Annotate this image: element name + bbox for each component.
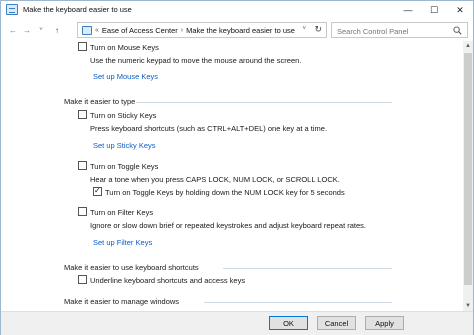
back-button[interactable]: ← [7, 24, 19, 36]
breadcrumb-prefix-separator[interactable]: « [95, 27, 99, 34]
minimize-button[interactable]: — [395, 1, 421, 19]
scroll-thumb[interactable] [464, 53, 472, 285]
toggle-keys-checkbox[interactable] [78, 161, 87, 170]
underline-shortcuts-label[interactable]: Underline keyboard shortcuts and access … [90, 276, 245, 285]
toggle-keys-label[interactable]: Turn on Toggle Keys [90, 162, 158, 171]
section-divider [136, 102, 392, 103]
scroll-down-icon[interactable]: ▼ [463, 301, 473, 311]
filter-keys-description: Ignore or slow down brief or repeated ke… [90, 221, 366, 230]
search-box[interactable] [331, 22, 468, 38]
search-input[interactable] [337, 26, 452, 36]
breadcrumb-separator[interactable]: › [181, 27, 183, 34]
mouse-keys-checkbox[interactable] [78, 42, 87, 51]
setup-filter-keys-link[interactable]: Set up Filter Keys [93, 238, 152, 247]
dialog-footer: OK Cancel Apply [1, 311, 473, 335]
address-bar: ← → ˅ ↑ « Ease of Access Center › Make t… [1, 19, 473, 41]
settings-content: Turn on Mouse Keys Use the numeric keypa… [1, 41, 463, 311]
control-panel-icon [6, 4, 18, 15]
section-divider [223, 268, 392, 269]
section-heading-windows: Make it easier to manage windows [64, 297, 180, 306]
toggle-keys-numlock-label[interactable]: Turn on Toggle Keys by holding down the … [105, 188, 345, 197]
mouse-keys-description: Use the numeric keypad to move the mouse… [90, 56, 302, 65]
maximize-button[interactable]: ☐ [421, 1, 447, 19]
ok-button[interactable]: OK [269, 316, 308, 330]
section-divider [204, 302, 392, 303]
sticky-keys-checkbox[interactable] [78, 110, 87, 119]
filter-keys-label[interactable]: Turn on Filter Keys [90, 208, 153, 217]
toggle-keys-numlock-checkbox[interactable] [93, 186, 102, 196]
recent-locations-button[interactable]: ˅ [35, 24, 47, 36]
window-title: Make the keyboard easier to use [23, 5, 132, 14]
toggle-keys-description: Hear a tone when you press CAPS LOCK, NU… [90, 175, 340, 184]
up-button[interactable]: ↑ [51, 24, 63, 36]
breadcrumb-ease-of-access[interactable]: Ease of Access Center [102, 26, 178, 35]
filter-keys-checkbox[interactable] [78, 207, 87, 216]
setup-mouse-keys-link[interactable]: Set up Mouse Keys [93, 72, 158, 81]
close-button[interactable]: ✕ [447, 1, 473, 19]
cancel-button[interactable]: Cancel [317, 316, 356, 330]
search-icon[interactable] [453, 26, 462, 35]
sticky-keys-label[interactable]: Turn on Sticky Keys [90, 111, 156, 120]
section-heading-typing: Make it easier to type [64, 97, 136, 106]
address-dropdown-icon[interactable]: ˅ [302, 26, 306, 32]
control-panel-window: Make the keyboard easier to use — ☐ ✕ ← … [0, 0, 474, 335]
setup-sticky-keys-link[interactable]: Set up Sticky Keys [93, 141, 156, 150]
vertical-scrollbar[interactable]: ▲ ▼ [463, 41, 473, 311]
apply-button[interactable]: Apply [365, 316, 404, 330]
section-heading-shortcuts: Make it easier to use keyboard shortcuts [64, 263, 199, 272]
breadcrumb-current-page[interactable]: Make the keyboard easier to use [186, 26, 295, 35]
scroll-up-icon[interactable]: ▲ [463, 41, 473, 51]
forward-button[interactable]: → [21, 24, 33, 36]
sticky-keys-description: Press keyboard shortcuts (such as CTRL+A… [90, 124, 328, 133]
breadcrumb[interactable]: « Ease of Access Center › Make the keybo… [77, 22, 327, 38]
window-controls: — ☐ ✕ [395, 1, 473, 19]
control-panel-icon [82, 25, 92, 35]
refresh-button[interactable]: ↻ [314, 24, 322, 35]
mouse-keys-label[interactable]: Turn on Mouse Keys [90, 43, 159, 52]
underline-shortcuts-checkbox[interactable] [78, 275, 87, 284]
title-bar: Make the keyboard easier to use — ☐ ✕ [1, 1, 473, 19]
